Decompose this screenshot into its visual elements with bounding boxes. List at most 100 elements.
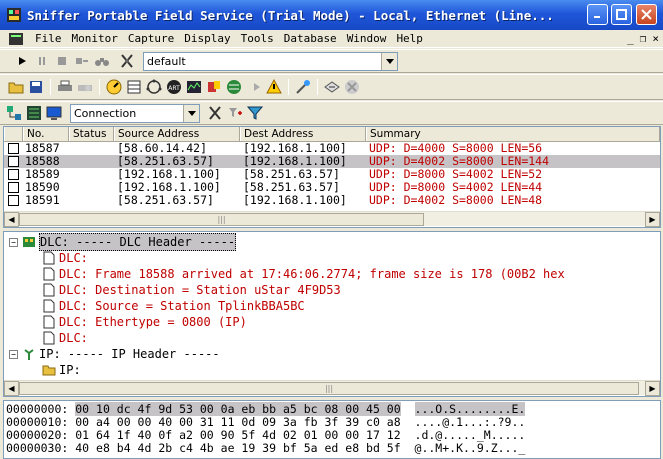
- stop-display-button[interactable]: [73, 52, 91, 70]
- no-entry-icon: [345, 80, 359, 94]
- scroll-left-button[interactable]: ◀: [4, 380, 19, 396]
- scroll-right-button[interactable]: ▶: [645, 211, 660, 227]
- mdi-minimize-button[interactable]: _: [627, 32, 634, 45]
- row-checkbox[interactable]: [8, 182, 19, 193]
- host-table-icon: [127, 80, 141, 94]
- open-button[interactable]: [7, 78, 25, 96]
- column-status[interactable]: Status: [69, 127, 114, 141]
- pause-icon: [39, 57, 45, 65]
- tree-line[interactable]: DLC: Destination = Station uStar 4F9D53: [4, 282, 660, 298]
- menu-window[interactable]: Window: [342, 32, 392, 45]
- expert-button[interactable]: [294, 78, 312, 96]
- mdi-close-button[interactable]: ×: [652, 32, 659, 45]
- close-button[interactable]: [636, 4, 657, 25]
- disabled-stop-button[interactable]: [343, 78, 361, 96]
- dlc-header-node[interactable]: − DLC: ----- DLC Header -----: [4, 233, 660, 251]
- filter-tool-button[interactable]: [206, 104, 224, 122]
- address-book-button[interactable]: [323, 78, 341, 96]
- column-number[interactable]: No.: [23, 127, 69, 141]
- menu-tools[interactable]: Tools: [236, 32, 279, 45]
- scroll-right-button[interactable]: ▶: [645, 380, 660, 396]
- matrix-button[interactable]: [145, 78, 163, 96]
- menu-monitor[interactable]: Monitor: [67, 32, 123, 45]
- minimize-button[interactable]: [587, 4, 608, 25]
- define-filter-button[interactable]: [118, 52, 136, 70]
- print-button[interactable]: [56, 78, 74, 96]
- menu-help[interactable]: Help: [391, 32, 428, 45]
- protocol-dist-button[interactable]: [205, 78, 223, 96]
- binoculars-icon: [95, 58, 109, 66]
- packet-list-scrollbar[interactable]: ◀ ||| ▶: [4, 211, 660, 227]
- profile-select[interactable]: default: [143, 51, 398, 71]
- dashboard-button[interactable]: [105, 78, 123, 96]
- hex-dump: 00000000: 00 10 dc 4f 9d 53 00 0a eb bb …: [4, 401, 660, 455]
- row-checkbox[interactable]: [8, 195, 19, 206]
- pause-capture-button[interactable]: [33, 52, 51, 70]
- column-check[interactable]: [4, 127, 23, 141]
- printer-icon: [58, 80, 72, 91]
- decode-view-button[interactable]: [25, 104, 43, 122]
- menu-display[interactable]: Display: [179, 32, 235, 45]
- menu-file[interactable]: File: [30, 32, 67, 45]
- filter-button[interactable]: [246, 104, 264, 122]
- scroll-thumb[interactable]: |||: [19, 213, 424, 226]
- funnel-icon: [247, 106, 263, 120]
- view-select[interactable]: Connection: [70, 103, 200, 123]
- binoculars-button[interactable]: [93, 52, 111, 70]
- table-row[interactable]: 18591 [58.251.63.57] [192.168.1.100] UDP: D…: [4, 194, 660, 207]
- collapse-toggle[interactable]: −: [9, 237, 18, 247]
- mdi-restore-button[interactable]: ❐: [640, 32, 647, 45]
- column-summary[interactable]: Summary: [366, 127, 660, 141]
- menu-database[interactable]: Database: [279, 32, 342, 45]
- collapse-toggle[interactable]: −: [9, 349, 18, 359]
- row-checkbox[interactable]: [8, 169, 19, 180]
- print-setup-button[interactable]: [76, 78, 94, 96]
- tree-line[interactable]: DLC:: [4, 250, 660, 266]
- scroll-thumb[interactable]: |||: [19, 382, 639, 395]
- art-button[interactable]: ART: [165, 78, 183, 96]
- alarm-button[interactable]: [265, 78, 283, 96]
- global-stats-button[interactable]: [225, 78, 243, 96]
- address-book-icon: [324, 81, 340, 93]
- display-view-button[interactable]: [45, 104, 63, 122]
- tree-line[interactable]: DLC: Frame 18588 arrived at 17:46:06.277…: [4, 266, 660, 282]
- maximize-button[interactable]: [611, 4, 632, 25]
- folder-icon: [42, 365, 56, 376]
- hex-pane: 00000000: 00 10 dc 4f 9d 53 00 0a eb bb …: [3, 400, 661, 459]
- document-icon[interactable]: [8, 32, 24, 46]
- host-table-button[interactable]: [125, 78, 143, 96]
- decode-tree: − DLC: ----- DLC Header ----- DLC: DLC: …: [4, 232, 660, 378]
- decode-view-icon: [27, 106, 41, 120]
- detail-pane: − DLC: ----- DLC Header ----- DLC: DLC: …: [3, 231, 661, 397]
- history-button[interactable]: [185, 78, 203, 96]
- tree-line[interactable]: IP:: [4, 362, 660, 378]
- stop-capture-button[interactable]: [53, 52, 71, 70]
- detail-scrollbar[interactable]: ◀ ||| ▶: [4, 380, 660, 396]
- sniffer-app-icon: [7, 8, 21, 22]
- column-dest[interactable]: Dest Address: [240, 127, 366, 141]
- tree-line[interactable]: DLC: Ethertype = 0800 (IP): [4, 314, 660, 330]
- tree-line[interactable]: DLC: Source = Station TplinkBBA5BC: [4, 298, 660, 314]
- svg-text:ART: ART: [168, 85, 180, 92]
- select-filter-button[interactable]: [226, 104, 244, 122]
- scroll-left-button[interactable]: ◀: [4, 211, 19, 227]
- ip-header-node[interactable]: − IP: ----- IP Header -----: [4, 346, 660, 362]
- tree-line[interactable]: DLC:: [4, 330, 660, 346]
- save-button[interactable]: [27, 78, 45, 96]
- minimize-icon: [594, 16, 600, 18]
- column-source[interactable]: Source Address: [114, 127, 240, 141]
- page-icon: [43, 299, 55, 313]
- menu-capture[interactable]: Capture: [123, 32, 179, 45]
- row-checkbox[interactable]: [8, 156, 19, 167]
- monitor-view-button[interactable]: [5, 104, 23, 122]
- stop-icon: [58, 57, 66, 65]
- alarm-log-button[interactable]: [245, 78, 263, 96]
- row-checkbox[interactable]: [8, 143, 19, 154]
- warning-icon: [266, 79, 282, 94]
- close-icon: [641, 9, 652, 20]
- start-capture-button[interactable]: [13, 52, 31, 70]
- art-icon: ART: [167, 80, 181, 94]
- play-icon: [19, 57, 26, 65]
- network-view-icon: [7, 106, 21, 120]
- hex-row[interactable]: 00000030: 40 e8 b4 4d 2b c4 4b ae 19 39 …: [6, 442, 660, 455]
